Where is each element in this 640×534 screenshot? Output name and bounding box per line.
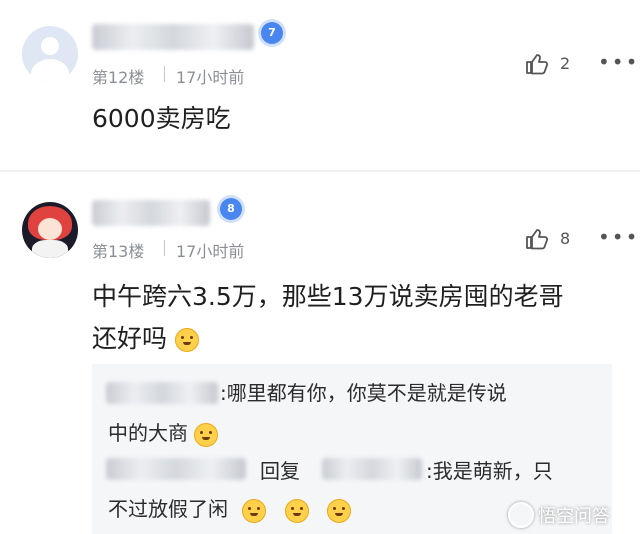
reply-text-line1: :哪里都有你，你莫不是就是传说 xyxy=(220,381,507,405)
like-count: 8 xyxy=(560,229,571,248)
emoji-icon xyxy=(242,498,267,523)
comment-text-line2: 还好吗 xyxy=(92,320,199,358)
username-blurred[interactable] xyxy=(92,200,210,226)
reply-target-username-blurred[interactable] xyxy=(322,458,422,480)
laughing-emoji-icon xyxy=(174,328,199,352)
username-blurred[interactable] xyxy=(92,24,254,50)
floor-number: 第12楼 xyxy=(92,68,145,87)
level-badge: 8 xyxy=(220,198,242,220)
emoji-icon xyxy=(327,498,352,523)
reply-word: 回复 xyxy=(260,459,300,483)
avatar-placeholder-head xyxy=(41,37,59,55)
timestamp: 17小时前 xyxy=(176,68,245,87)
emoji-icon xyxy=(284,498,309,523)
comment-text: 6000卖房吃 xyxy=(92,104,231,133)
comment-text-line1: 中午跨六3.5万，那些13万说卖房囤的老哥 xyxy=(92,282,564,311)
floor-number: 第13楼 xyxy=(92,242,145,261)
more-dots-icon: ••• xyxy=(598,50,640,74)
thumbs-up-icon xyxy=(526,229,549,250)
level-badge: 7 xyxy=(261,22,283,44)
more-dots-icon: ••• xyxy=(598,225,640,249)
comment-divider xyxy=(0,170,640,172)
timestamp: 17小时前 xyxy=(176,242,245,261)
watermark-text: 悟空问答 xyxy=(538,506,610,527)
reply-text-line2: 不过放假了闲 xyxy=(108,490,352,528)
watermark-logo-icon xyxy=(508,502,534,528)
reply-text-line2: 中的大商 xyxy=(108,414,219,452)
like-button[interactable]: 8 xyxy=(523,226,573,252)
avatar[interactable] xyxy=(22,26,78,82)
reply-text-line2-text: 不过放假了闲 xyxy=(108,497,228,521)
reply-text-line1: :我是萌新，只 xyxy=(426,459,553,483)
meta-separator xyxy=(164,66,165,82)
avatar-face xyxy=(38,218,62,240)
avatar[interactable] xyxy=(22,202,78,258)
avatar-placeholder-body xyxy=(31,59,69,82)
more-button[interactable]: ••• xyxy=(598,225,639,249)
meta-separator xyxy=(164,240,165,256)
reply-text-line2-text: 中的大商 xyxy=(108,421,188,445)
like-count: 2 xyxy=(560,54,571,73)
laughing-emoji-icon xyxy=(194,422,219,447)
comment-text-line2-text: 还好吗 xyxy=(92,324,168,353)
like-button[interactable]: 2 xyxy=(523,51,573,77)
more-button[interactable]: ••• xyxy=(598,50,639,74)
reply-username-blurred[interactable] xyxy=(106,382,218,404)
reply-username-blurred[interactable] xyxy=(106,458,246,480)
avatar-clothes xyxy=(32,240,68,258)
thumbs-up-icon xyxy=(526,54,549,75)
